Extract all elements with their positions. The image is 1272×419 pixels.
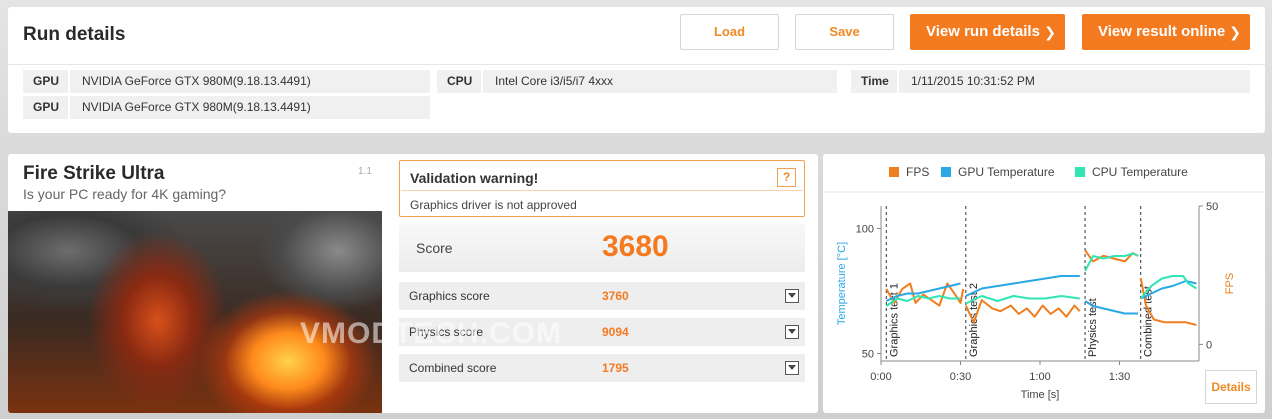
x-tick-label: 1:30	[1109, 371, 1130, 383]
view-result-online-button[interactable]: View result online ❯	[1082, 14, 1250, 50]
series-line-gpu-temperature	[965, 275, 1080, 297]
expand-icon[interactable]	[785, 289, 799, 303]
time-label: Time	[851, 70, 897, 93]
divider	[8, 64, 1265, 65]
y-axis-left-title: Temperature [°C]	[836, 242, 848, 325]
x-tick-label: 0:00	[870, 371, 891, 383]
benchmark-title: Fire Strike Ultra	[23, 163, 165, 184]
combined-score-row: Combined score 1795	[399, 354, 805, 382]
monitoring-chart: FPS GPU Temperature CPU Temperature 50 100 0 5…	[823, 165, 1265, 401]
cpu-value: Intel Core i3/i5/i7 4xxx	[481, 70, 837, 93]
benchmark-version: 1.1	[358, 166, 372, 177]
warning-message: Graphics driver is not approved	[410, 198, 577, 212]
page-title: Run details	[23, 24, 126, 45]
gpu-label: GPU	[23, 96, 68, 119]
benchmark-panel: Fire Strike Ultra Is your PC ready for 4…	[8, 154, 818, 413]
chevron-right-icon: ❯	[1229, 24, 1241, 40]
monitoring-chart-panel: FPS GPU Temperature CPU Temperature 50 100 0 5…	[823, 154, 1265, 413]
gpu-value: NVIDIA GeForce GTX 980M(9.18.13.4491)	[68, 70, 430, 93]
legend-label: GPU Temperature	[958, 165, 1055, 179]
validation-warning: Validation warning! ? Graphics driver is…	[399, 160, 805, 217]
series-line-fps	[964, 299, 1081, 324]
sub-score-value: 1795	[602, 361, 629, 375]
y-axis-right-title: FPS	[1224, 273, 1236, 294]
x-axis-title: Time [s]	[1021, 389, 1060, 401]
y-left-tick-label: 50	[862, 349, 874, 361]
legend-swatch	[941, 167, 951, 177]
legend-swatch	[1075, 167, 1085, 177]
legend-swatch	[889, 167, 899, 177]
x-tick-label: 1:00	[1029, 371, 1050, 383]
time-value: 1/11/2015 10:31:52 PM	[897, 70, 1250, 93]
cpu-label: CPU	[437, 70, 481, 93]
view-result-online-label: View result online	[1098, 23, 1226, 40]
score-label: Score	[416, 240, 453, 256]
warning-title: Validation warning!	[410, 170, 539, 186]
chevron-right-icon: ❯	[1044, 24, 1056, 40]
divider	[401, 190, 803, 191]
sub-score-label: Physics score	[409, 325, 484, 339]
legend-label: CPU Temperature	[1092, 165, 1188, 179]
help-icon[interactable]: ?	[777, 168, 796, 187]
sub-score-value: 9094	[602, 325, 629, 339]
view-run-details-button[interactable]: View run details ❯	[910, 14, 1065, 50]
save-button[interactable]: Save	[795, 14, 894, 50]
y-right-tick-label: 50	[1206, 201, 1218, 213]
y-left-tick-label: 100	[856, 224, 874, 236]
y-right-tick-label: 0	[1206, 339, 1212, 351]
score-box: Score 3680	[399, 224, 805, 272]
gpu-value: NVIDIA GeForce GTX 980M(9.18.13.4491)	[68, 96, 430, 119]
legend-label: FPS	[906, 165, 929, 179]
expand-icon[interactable]	[785, 361, 799, 375]
details-button[interactable]: Details	[1205, 370, 1257, 404]
score-value: 3680	[602, 230, 669, 263]
benchmark-artwork	[8, 211, 382, 413]
sub-score-label: Graphics score	[409, 289, 490, 303]
physics-score-row: Physics score 9094	[399, 318, 805, 346]
x-tick-label: 0:30	[950, 371, 971, 383]
graphics-score-row: Graphics score 3760	[399, 282, 805, 310]
sub-score-value: 3760	[602, 289, 629, 303]
gpu-label: GPU	[23, 70, 68, 93]
benchmark-subtitle: Is your PC ready for 4K gaming?	[23, 186, 227, 202]
view-run-details-label: View run details	[926, 23, 1040, 40]
run-details-panel: Run details Load Save View run details ❯…	[8, 7, 1265, 133]
sub-score-label: Combined score	[409, 361, 497, 375]
expand-icon[interactable]	[785, 325, 799, 339]
load-button[interactable]: Load	[680, 14, 779, 50]
series-line-cpu-temperature	[965, 295, 1080, 305]
